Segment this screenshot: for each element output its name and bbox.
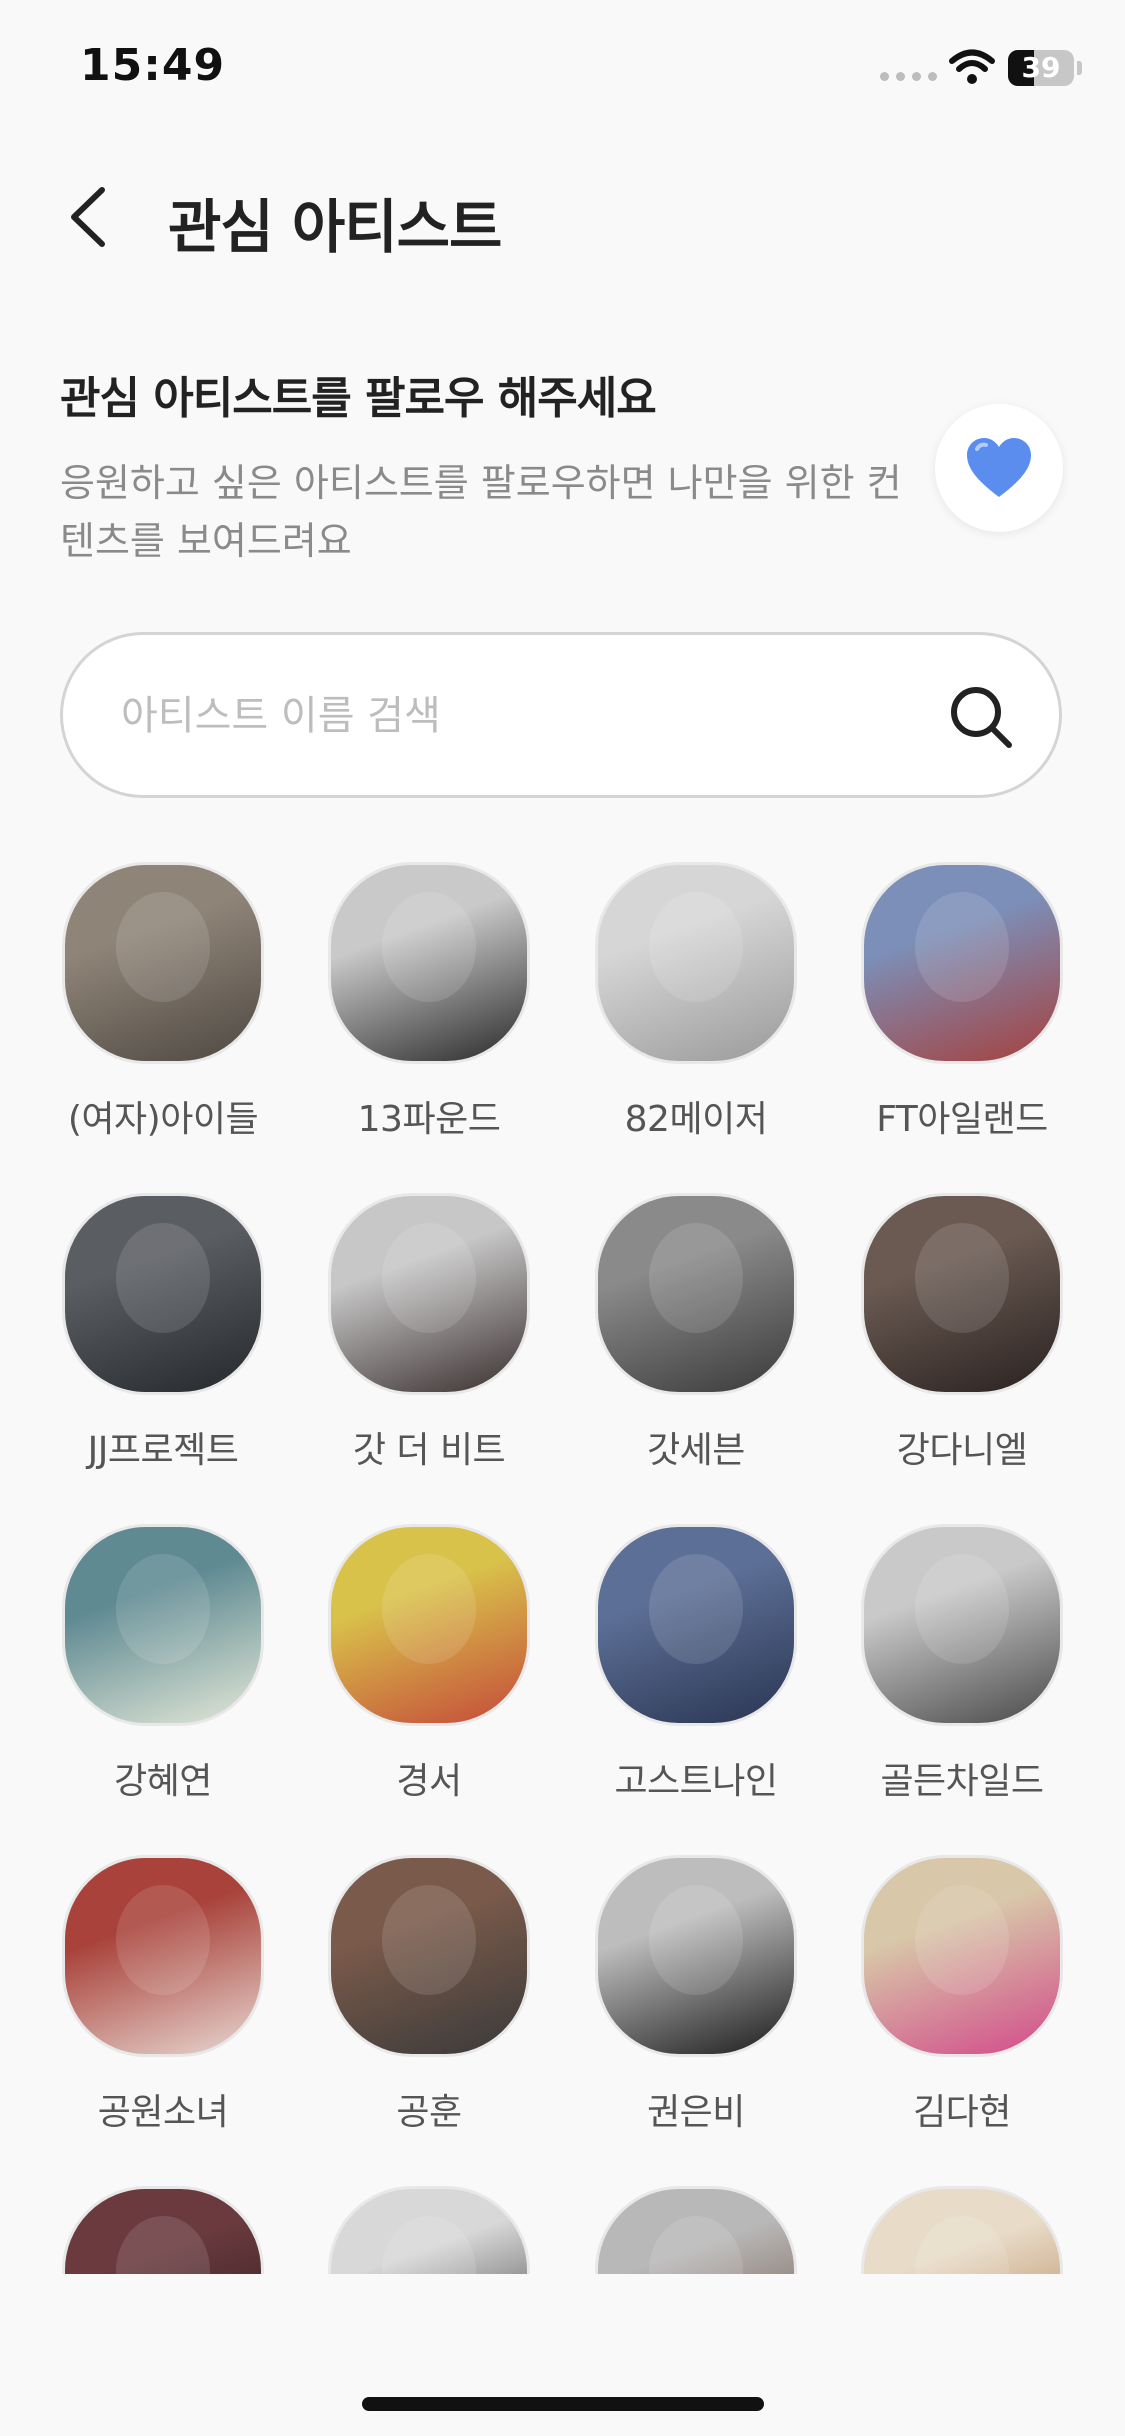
intro-description: 응원하고 싶은 아티스트를 팔로우하면 나만을 위한 컨텐츠를 보여드려요 — [60, 461, 902, 563]
artist-item[interactable]: 경서 — [328, 1524, 530, 1804]
artist-photo[interactable] — [861, 1524, 1063, 1726]
artist-grid: (여자)아이들 13파운드 82메이저 FT아일랜드 JJ프로젝트 갓 더 비트 갓세븐 강다… — [62, 862, 1064, 2274]
artist-item[interactable] — [62, 2186, 264, 2274]
intro-heading: 관심 아티스트를 팔로우 해주세요 — [60, 373, 657, 424]
artist-item[interactable]: 13파운드 — [328, 862, 530, 1142]
heart-badge — [935, 404, 1063, 532]
artist-item[interactable]: 강다니엘 — [861, 1193, 1063, 1473]
artist-item[interactable]: 권은비 — [595, 1855, 797, 2135]
page-title: 관심 아티스트 — [168, 193, 502, 261]
artist-name: 갓세븐 — [647, 1430, 745, 1471]
artist-name: 김다현 — [913, 2092, 1011, 2133]
artist-photo[interactable] — [861, 862, 1063, 1064]
artist-photo[interactable] — [861, 1193, 1063, 1395]
artist-name: 공원소녀 — [97, 2092, 229, 2133]
artist-item[interactable]: 김다현 — [861, 1855, 1063, 2135]
artist-item[interactable]: 공원소녀 — [62, 1855, 264, 2135]
artist-photo[interactable] — [62, 862, 264, 1064]
artist-name: 강다니엘 — [896, 1430, 1028, 1471]
search-input[interactable] — [119, 685, 883, 747]
artist-photo[interactable] — [595, 1855, 797, 2057]
artist-photo[interactable] — [861, 2186, 1063, 2274]
status-bar: 15:49 39 — [0, 0, 1125, 140]
artist-photo[interactable] — [328, 862, 530, 1064]
artist-item[interactable] — [328, 2186, 530, 2274]
artist-photo[interactable] — [328, 1855, 530, 2057]
search-icon — [951, 687, 1012, 748]
artist-name: 경서 — [396, 1761, 462, 1802]
artist-name: FT아일랜드 — [876, 1099, 1048, 1140]
artist-photo[interactable] — [328, 2186, 530, 2274]
wifi-icon — [949, 49, 995, 84]
artist-name: 82메이저 — [624, 1099, 768, 1140]
artist-item[interactable]: 갓 더 비트 — [328, 1193, 530, 1473]
artist-photo[interactable] — [328, 1193, 530, 1395]
artist-photo[interactable] — [861, 1855, 1063, 2057]
artist-name: 고스트나인 — [614, 1761, 778, 1802]
blue-heart-icon — [967, 438, 1031, 497]
artist-item[interactable]: FT아일랜드 — [861, 862, 1063, 1142]
artist-photo[interactable] — [62, 1524, 264, 1726]
artist-photo[interactable] — [62, 1193, 264, 1395]
battery-icon: 39 — [1008, 50, 1074, 86]
artist-photo[interactable] — [62, 2186, 264, 2274]
artist-item[interactable] — [861, 2186, 1063, 2274]
artist-photo[interactable] — [595, 1193, 797, 1395]
artist-name: JJ프로젝트 — [87, 1430, 239, 1471]
artist-search-bar[interactable] — [60, 632, 1062, 798]
artist-name: (여자)아이들 — [67, 1099, 259, 1140]
artist-name: 갓 더 비트 — [352, 1430, 506, 1471]
battery-cap — [1077, 61, 1082, 75]
artist-item[interactable]: 갓세븐 — [595, 1193, 797, 1473]
chevron-left-icon — [71, 187, 105, 247]
artist-item[interactable]: 고스트나인 — [595, 1524, 797, 1804]
artist-photo[interactable] — [328, 1524, 530, 1726]
artist-item[interactable]: JJ프로젝트 — [62, 1193, 264, 1473]
status-time: 15:49 — [80, 40, 226, 91]
navigation-bar: 관심 아티스트 — [0, 160, 1125, 270]
artist-name: 골든차일드 — [880, 1761, 1044, 1802]
cellular-signal-icon — [880, 72, 937, 81]
artist-item[interactable]: (여자)아이들 — [62, 862, 264, 1142]
artist-item[interactable]: 강혜연 — [62, 1524, 264, 1804]
back-button[interactable] — [60, 182, 120, 252]
home-indicator — [362, 2397, 764, 2411]
artist-name: 강혜연 — [114, 1761, 212, 1802]
artist-name: 공훈 — [396, 2092, 462, 2133]
artist-photo[interactable] — [595, 1524, 797, 1726]
artist-photo[interactable] — [595, 2186, 797, 2274]
artist-name: 권은비 — [647, 2092, 745, 2133]
battery-level: 39 — [1021, 51, 1061, 84]
artist-name: 13파운드 — [357, 1099, 501, 1140]
artist-item[interactable]: 82메이저 — [595, 862, 797, 1142]
artist-item[interactable]: 공훈 — [328, 1855, 530, 2135]
artist-item[interactable] — [595, 2186, 797, 2274]
artist-photo[interactable] — [595, 862, 797, 1064]
search-button[interactable] — [943, 679, 1019, 755]
artist-item[interactable]: 골든차일드 — [861, 1524, 1063, 1804]
artist-photo[interactable] — [62, 1855, 264, 2057]
